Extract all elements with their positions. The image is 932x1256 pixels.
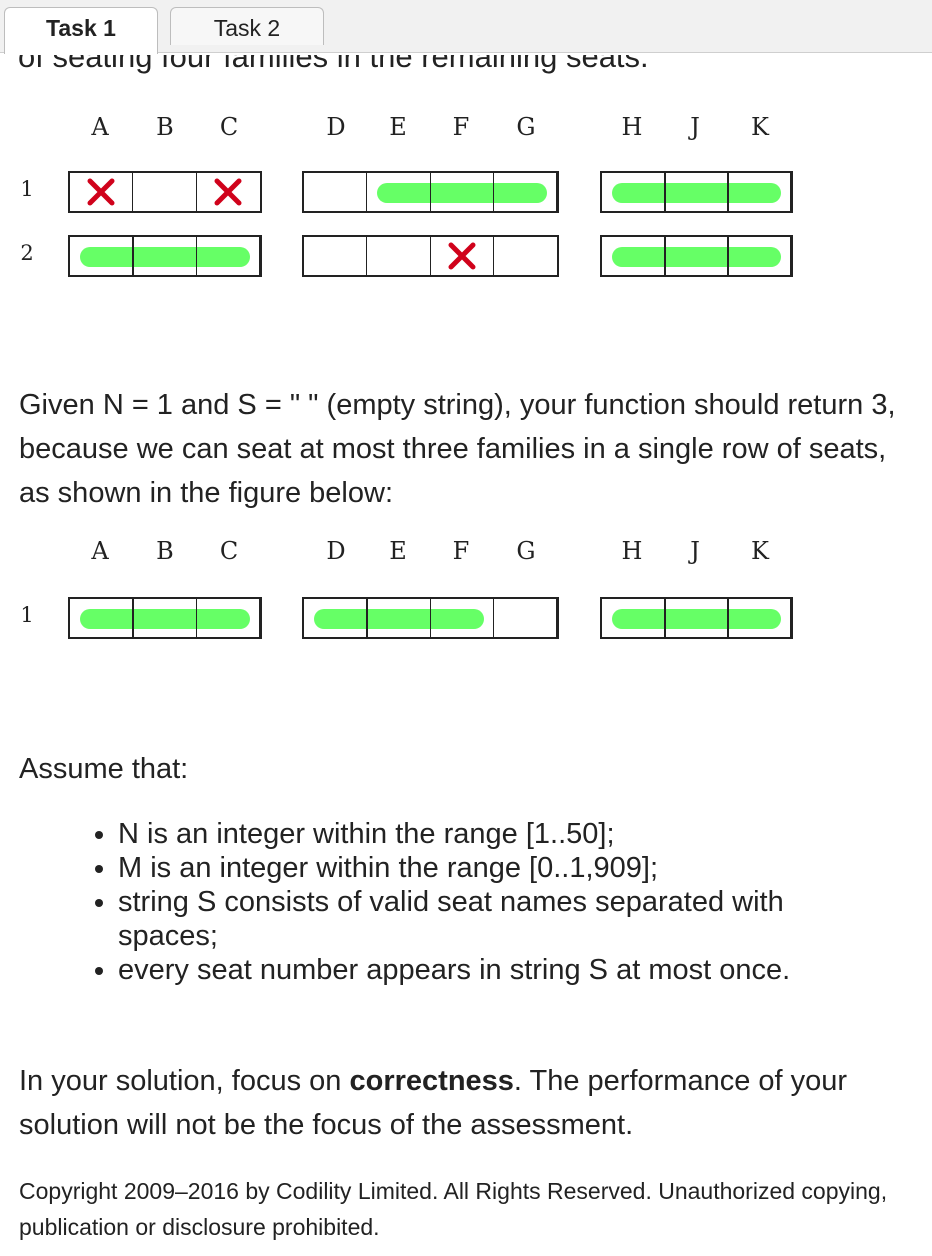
column-label: B [156, 537, 174, 565]
seat-divider [727, 237, 729, 275]
family-bar [80, 247, 250, 267]
column-label: K [751, 537, 769, 565]
column-label: E [389, 113, 407, 141]
seat-divider [727, 599, 729, 637]
column-label: A [91, 113, 109, 141]
seat-2D [304, 237, 368, 275]
column-label: C [219, 113, 239, 141]
seat-1G [494, 599, 557, 637]
seat-divider [366, 599, 368, 637]
tab-task-1[interactable]: Task 1 [4, 7, 158, 54]
seat-divider [132, 237, 134, 275]
column-label: H [621, 113, 643, 141]
column-label: F [452, 113, 470, 141]
focus-bold: correctness [349, 1065, 514, 1097]
column-label: E [389, 537, 407, 565]
seat-block [68, 235, 262, 277]
column-label: K [751, 113, 769, 141]
focus-prefix: In your solution, focus on [19, 1065, 350, 1097]
seat-divider [664, 173, 666, 211]
row-label: 2 [20, 241, 34, 265]
column-label: D [326, 113, 346, 141]
copyright-notice: Copyright 2009–2016 by Codility Limited.… [19, 1178, 888, 1240]
seat-2G [494, 237, 557, 275]
reserved-x-icon [214, 178, 242, 206]
seat-divider [664, 237, 666, 275]
seat-divider [492, 173, 495, 211]
assumption-item: every seat number appears in string S at… [118, 953, 878, 987]
column-label: F [452, 537, 470, 565]
assume-heading: Assume that: [19, 753, 189, 785]
column-label: H [621, 537, 643, 565]
example-paragraph: Given N = 1 and S = " " (empty string), … [19, 389, 896, 509]
column-label: J [690, 113, 700, 141]
seat-divider [429, 599, 431, 637]
assumption-item: string S consists of valid seat names se… [118, 885, 878, 953]
seat-divider [195, 237, 198, 275]
assumption-item: N is an integer within the range [1..50]… [118, 817, 878, 851]
seat-1D [304, 173, 368, 211]
seat-block [600, 171, 793, 213]
seat-block [68, 597, 262, 639]
family-bar [377, 183, 547, 203]
seat-block [302, 171, 559, 213]
reserved-x-icon [87, 178, 115, 206]
tab-task-2[interactable]: Task 2 [170, 7, 324, 45]
focus-paragraph: In your solution, focus on correctness. … [19, 1059, 919, 1147]
family-bar [612, 609, 781, 629]
seat-block [68, 171, 262, 213]
seat-1B [133, 173, 197, 211]
column-label: G [516, 537, 536, 565]
seat-1A [70, 173, 134, 211]
seating-figure-1: A B C D E F G H J K 1 2 [0, 113, 932, 293]
family-bar [612, 247, 781, 267]
column-label: C [219, 537, 239, 565]
seat-block [600, 235, 793, 277]
column-label: A [91, 537, 109, 565]
family-bar [612, 183, 781, 203]
tab-bar: Task 2 Task 1 [0, 0, 932, 54]
column-label: G [516, 113, 536, 141]
seat-divider [132, 599, 134, 637]
seat-2F [431, 237, 494, 275]
column-label: B [156, 113, 174, 141]
row-label: 1 [20, 177, 34, 201]
seat-2E [367, 237, 431, 275]
task-description: of seating four families in the remainin… [0, 53, 932, 1256]
family-bar [80, 609, 250, 629]
seat-1C [197, 173, 260, 211]
seat-block [600, 597, 793, 639]
assumption-item: M is an integer within the range [0..1,9… [118, 851, 878, 885]
column-label: J [690, 537, 700, 565]
cut-off-text: of seating four families in the remainin… [18, 55, 649, 74]
seat-divider [727, 173, 729, 211]
seat-divider [195, 599, 198, 637]
seating-figure-2: A B C D E F G H J K 1 [0, 537, 932, 657]
row-label: 1 [20, 603, 34, 627]
seat-divider [429, 173, 431, 211]
seat-divider [664, 599, 666, 637]
seat-block [302, 597, 559, 639]
seat-block [302, 235, 559, 277]
family-bar [314, 609, 484, 629]
column-label: D [326, 537, 346, 565]
reserved-x-icon [448, 242, 476, 270]
assumptions-list: N is an integer within the range [1..50]… [78, 817, 878, 987]
